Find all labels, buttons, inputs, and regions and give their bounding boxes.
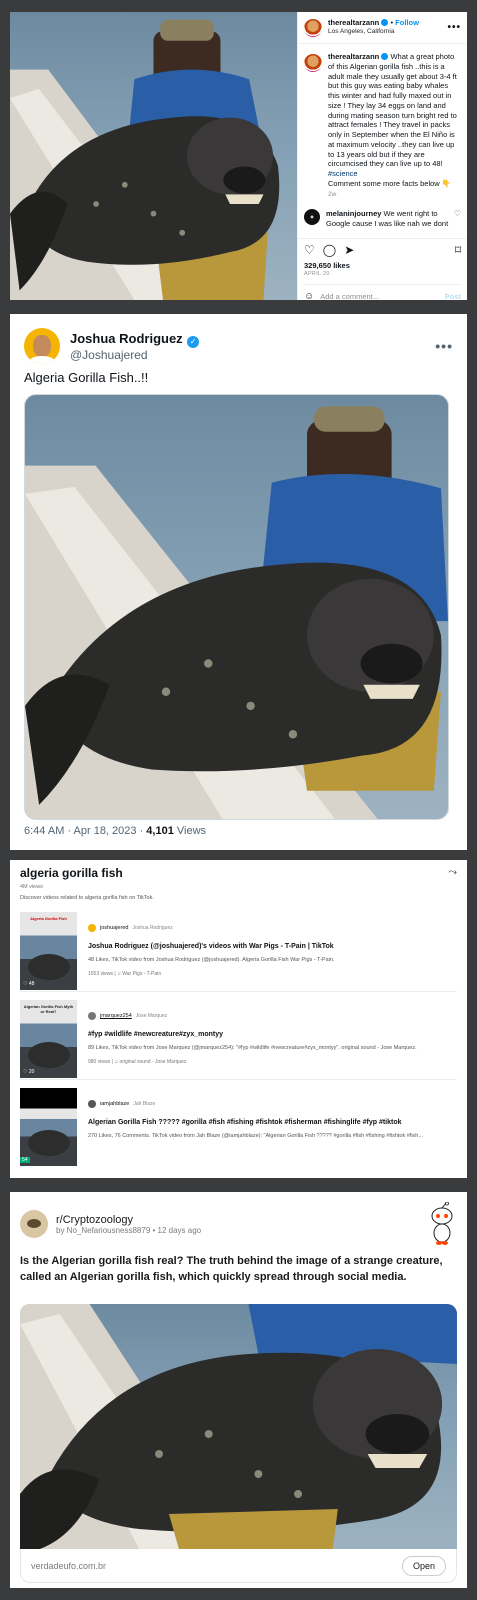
avatar[interactable] xyxy=(88,1012,96,1020)
result-heading[interactable]: Algerian Gorilla Fish ????? #gorilla #fi… xyxy=(88,1118,457,1127)
nickname: Joshua Rodriguez xyxy=(132,925,173,931)
username[interactable]: jmarquez254 xyxy=(100,1013,132,1019)
comment-icon[interactable]: ◯ xyxy=(323,243,336,259)
emoji-icon[interactable]: ☺ xyxy=(304,290,314,300)
avatar[interactable] xyxy=(88,1100,96,1108)
thumb-label: Algeria Gorilla Fish xyxy=(30,916,67,921)
display-name[interactable]: Joshua Rodriguez xyxy=(70,331,183,346)
video-thumbnail[interactable]: 54 xyxy=(20,1088,77,1166)
thumb-label: Algerian Gorilla Fish Myth or Real? xyxy=(23,1004,74,1014)
result-description: 48 Likes, TikTok video from Joshua Rodri… xyxy=(88,957,335,964)
link-domain[interactable]: verdadeufo.com.br xyxy=(31,1561,106,1571)
comment-username[interactable]: melaninjourney xyxy=(326,209,381,218)
action-bar: ♡ ◯ ➤ ⌑ 329,650 likes APRIL 20 ☺ Add a c… xyxy=(298,238,467,300)
result-description: 270 Likes, 76 Comments. TikTok video fro… xyxy=(88,1133,423,1140)
post-header: r/Cryptozoology by No_Nefariousness8879 … xyxy=(20,1210,201,1238)
handle[interactable]: @Joshuajered xyxy=(70,348,435,362)
result-heading[interactable]: Joshua Rodriguez (@joshuajered)'s videos… xyxy=(88,942,457,951)
location[interactable]: Los Angeles, California xyxy=(328,28,447,36)
photo-illustration xyxy=(25,406,448,819)
video-thumbnail[interactable]: Algeria Gorilla Fish ♡ 48 xyxy=(20,912,77,990)
post-header: therealtarzann • Follow Los Angeles, Cal… xyxy=(298,12,467,44)
verified-icon xyxy=(381,19,389,27)
instagram-post: therealtarzann • Follow Los Angeles, Cal… xyxy=(10,12,467,300)
post-date: APRIL 20 xyxy=(304,270,330,277)
instagram-sidebar: therealtarzann • Follow Los Angeles, Cal… xyxy=(297,12,467,300)
link-preview: verdadeufo.com.br Open xyxy=(20,1549,457,1583)
caption-time: 2w xyxy=(328,190,337,198)
open-button[interactable]: Open xyxy=(401,1555,446,1576)
commenter-avatar[interactable]: ◉ xyxy=(304,208,320,225)
caption: therealtarzann What a great photo of thi… xyxy=(298,44,467,199)
like-icon[interactable]: ♡ xyxy=(304,243,315,259)
avatar[interactable] xyxy=(24,328,60,364)
list-item[interactable]: Algeria Gorilla Fish ♡ 48 joshuajered Jo… xyxy=(20,908,457,992)
nickname: Jah Blaze xyxy=(133,1101,156,1107)
timestamp[interactable]: 6:44 AM · Apr 18, 2023 · xyxy=(24,825,146,837)
comment-like-icon[interactable]: ♡ xyxy=(454,209,461,229)
views-count: 4,101 xyxy=(146,825,174,837)
post-image[interactable] xyxy=(20,1304,457,1549)
nickname: Jose Marquez xyxy=(135,1013,168,1019)
search-title: algeria gorilla fish xyxy=(20,866,123,880)
verified-icon xyxy=(381,53,389,60)
post-title[interactable]: Is the Algerian gorilla fish real? The t… xyxy=(20,1254,447,1286)
caption-text: What a great photo of this Algerian gori… xyxy=(328,52,457,169)
subreddit-icon[interactable] xyxy=(20,1210,48,1238)
tiktok-search: algeria gorilla fish ⤳ 4M views Discover… xyxy=(10,860,467,1178)
add-comment-bar: ☺ Add a comment... Post xyxy=(304,283,461,300)
username[interactable]: therealtarzann xyxy=(328,18,379,27)
hashtag-link[interactable]: #science xyxy=(328,169,461,179)
search-subtitle: Discover videos related to algeria goril… xyxy=(20,895,154,901)
more-options-icon[interactable]: ••• xyxy=(435,338,453,354)
username[interactable]: iamjahblaze xyxy=(100,1101,129,1107)
avatar[interactable] xyxy=(304,18,322,37)
caption-end: Comment some more facts below 👇 xyxy=(328,178,452,188)
avatar[interactable] xyxy=(88,924,96,932)
gorilla-fish-photo[interactable] xyxy=(10,12,297,300)
bookmark-icon[interactable]: ⌑ xyxy=(455,243,461,259)
thumb-count: 48 xyxy=(28,981,35,987)
caption-avatar[interactable] xyxy=(304,54,322,72)
share-icon[interactable]: ➤ xyxy=(344,243,354,259)
subreddit-name[interactable]: r/Cryptozoology xyxy=(56,1214,201,1226)
post-button[interactable]: Post xyxy=(445,292,461,300)
snoo-icon xyxy=(431,1202,453,1245)
tweet-image[interactable] xyxy=(24,394,449,820)
video-thumbnail[interactable]: Algerian Gorilla Fish Myth or Real? ♡ 20 xyxy=(20,1000,77,1078)
share-icon[interactable]: ⤳ xyxy=(448,866,457,879)
tweet: Joshua Rodriguez ✓ @Joshuajered ••• Alge… xyxy=(10,314,467,850)
result-stats: 980 views | ♫ original sound - Jose Marq… xyxy=(88,1059,187,1066)
photo-illustration xyxy=(10,19,280,300)
caption-username[interactable]: therealtarzann xyxy=(328,52,379,61)
more-options-icon[interactable]: ••• xyxy=(447,21,461,34)
tweet-text: Algeria Gorilla Fish..!! xyxy=(24,370,149,385)
list-item[interactable]: 54 iamjahblaze Jah Blaze Algerian Gorill… xyxy=(20,1084,457,1168)
thumb-count: 54 xyxy=(20,1157,30,1163)
reddit-post: r/Cryptozoology by No_Nefariousness8879 … xyxy=(10,1192,467,1588)
add-comment-input[interactable]: Add a comment... xyxy=(320,292,379,300)
username[interactable]: joshuajered xyxy=(100,925,128,931)
verified-icon: ✓ xyxy=(187,336,200,348)
photo-illustration xyxy=(20,1304,457,1549)
views-label: Views xyxy=(173,825,207,837)
list-item[interactable]: Algerian Gorilla Fish Myth or Real? ♡ 20… xyxy=(20,996,457,1080)
likes-count[interactable]: 329,650 likes xyxy=(304,261,461,271)
tweet-header: Joshua Rodriguez ✓ @Joshuajered ••• xyxy=(24,324,453,368)
follow-button[interactable]: Follow xyxy=(395,18,419,27)
comment: ◉ melaninjourney We went right to Google… xyxy=(298,199,467,229)
result-stats: 1553 views | ♫ War Pigs - T-Pain xyxy=(88,971,162,978)
tweet-meta: 6:44 AM · Apr 18, 2023 · 4,101 Views xyxy=(24,825,206,837)
byline[interactable]: by No_Nefariousness8879 • 12 days ago xyxy=(56,1226,201,1235)
result-heading[interactable]: #fyp #wildlife #newcreature#zyx_montyy xyxy=(88,1030,457,1039)
search-views: 4M views xyxy=(20,884,43,890)
thumb-count: 20 xyxy=(28,1069,35,1075)
result-description: 89 Likes, TikTok video from Jose Marquez… xyxy=(88,1045,417,1052)
